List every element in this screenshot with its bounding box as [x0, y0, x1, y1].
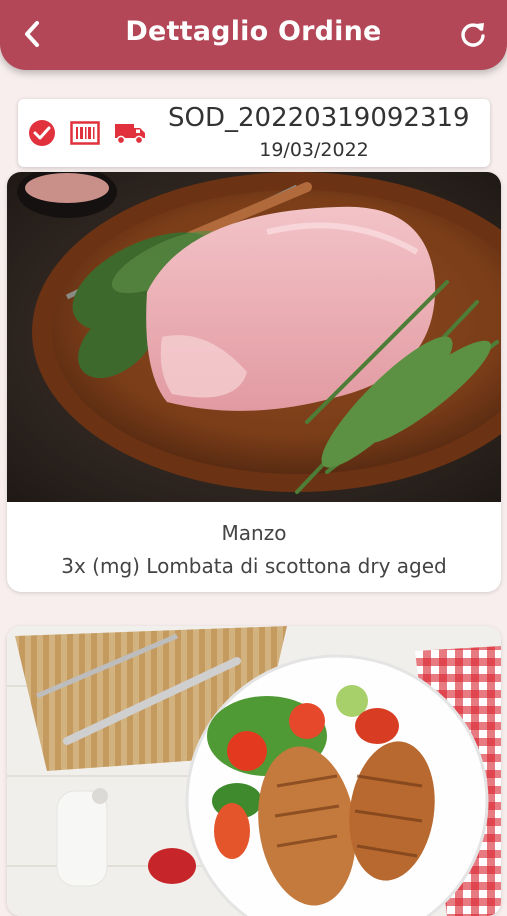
order-status-icons	[28, 119, 146, 147]
product-card[interactable]: Manzo 3x (mg) Lombata di scottona dry ag…	[7, 172, 501, 592]
order-summary-card[interactable]: SOD_20220319092319 19/03/2022	[18, 99, 490, 167]
app-header: Dettaglio Ordine	[0, 0, 507, 70]
barcode-icon	[70, 121, 100, 145]
product-category: Manzo	[221, 521, 287, 545]
product-card[interactable]	[7, 626, 501, 916]
refresh-icon	[461, 23, 485, 47]
refresh-button[interactable]	[455, 16, 491, 52]
order-code: SOD_20220319092319	[168, 103, 470, 133]
product-caption: Manzo 3x (mg) Lombata di scottona dry ag…	[7, 517, 501, 583]
order-date: 19/03/2022	[259, 139, 369, 161]
truck-icon	[115, 124, 145, 145]
check-circle-icon	[29, 120, 55, 146]
product-image	[7, 172, 501, 502]
product-image	[7, 626, 501, 916]
page-title: Dettaglio Ordine	[125, 16, 382, 47]
product-description: 3x (mg) Lombata di scottona dry aged	[61, 554, 447, 578]
